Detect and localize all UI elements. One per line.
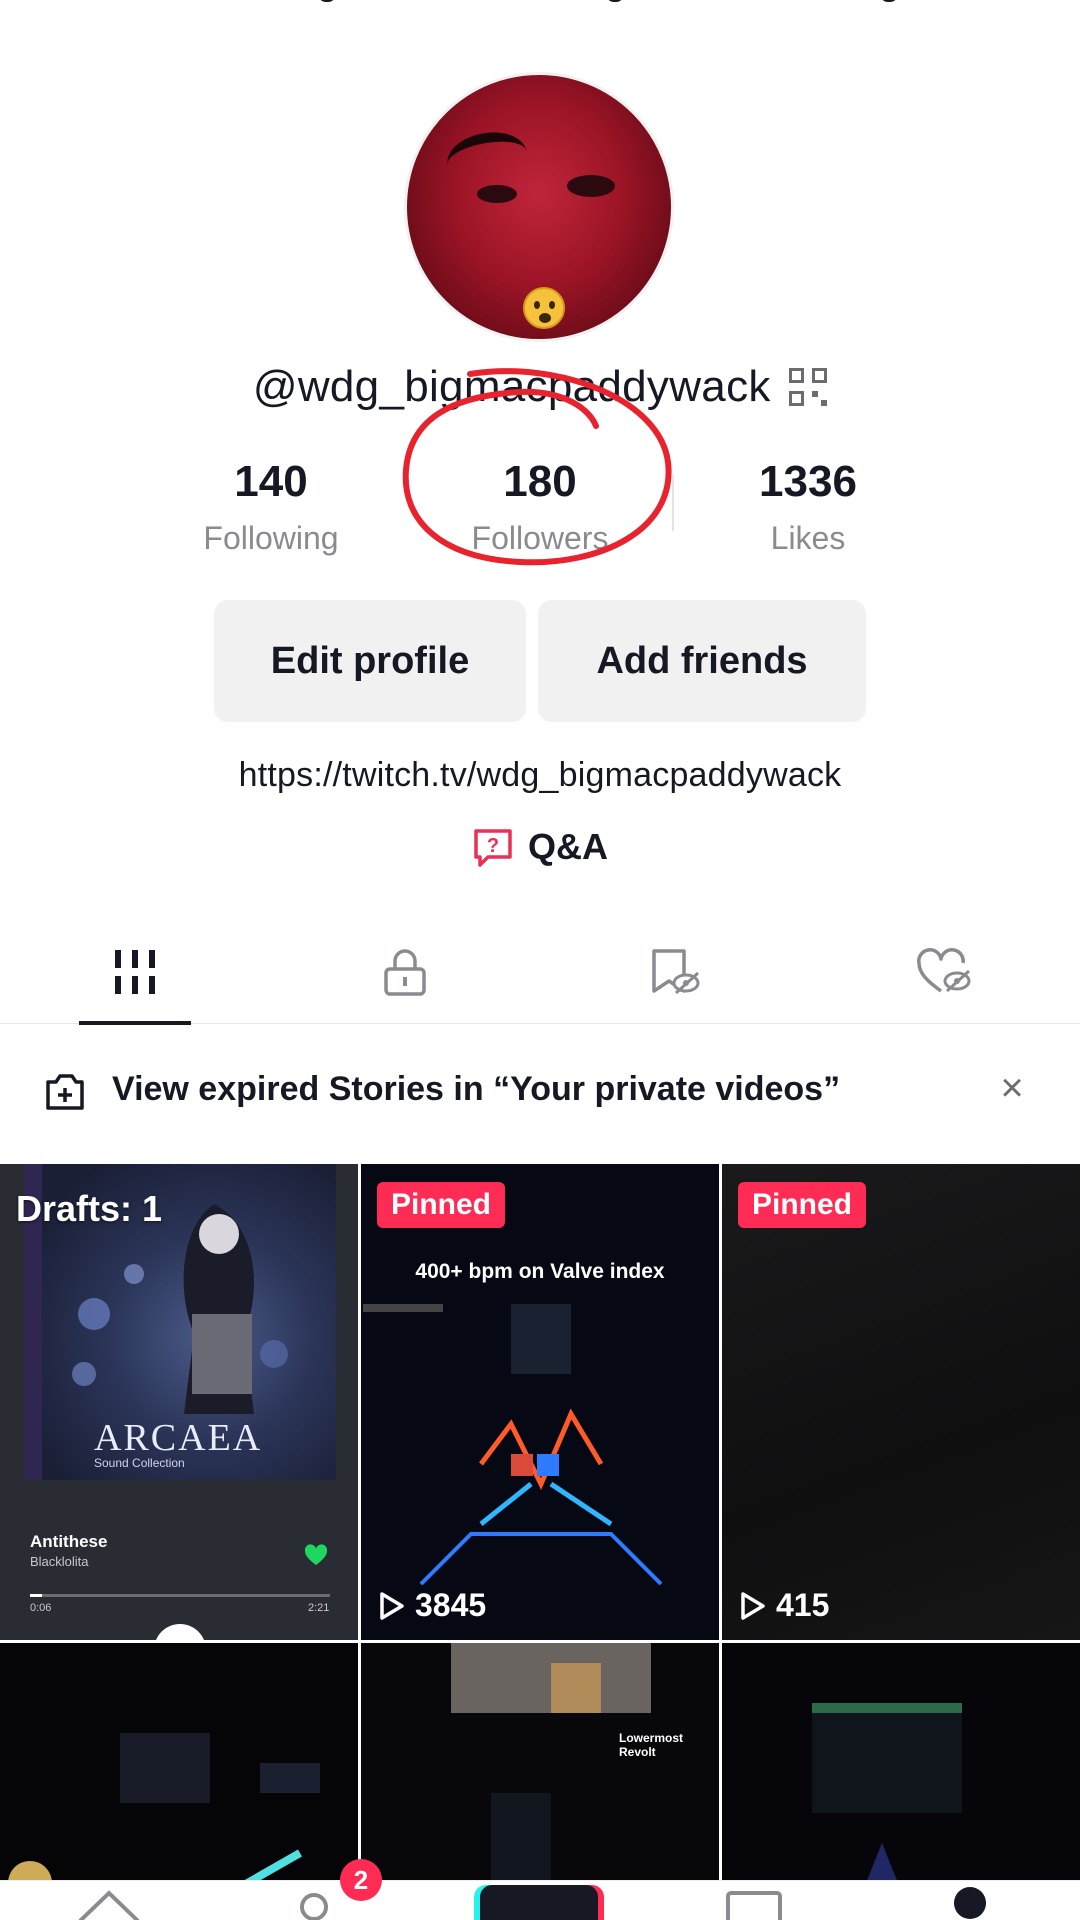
video-tile[interactable] — [722, 1643, 1080, 1920]
expired-stories-banner[interactable]: View expired Stories in “Your private vi… — [0, 1052, 1080, 1132]
lock-icon — [384, 949, 426, 996]
tab-private[interactable] — [270, 920, 540, 1024]
video-thumbnail — [812, 1703, 962, 1893]
add-friends-button[interactable]: Add friends — [538, 600, 866, 722]
liked-hidden-icon — [917, 948, 971, 993]
qa-link[interactable]: ? Q&A — [0, 826, 1080, 868]
video-grid: ARCAEA Sound Collection Drafts: 1 Antith… — [0, 1164, 1080, 1920]
video-tile-pinned-1[interactable]: Pinned 400+ bpm on Valve index 3845 — [361, 1164, 719, 1640]
bottom-nav: 2 — [0, 1859, 1080, 1920]
heart-icon — [304, 1544, 328, 1565]
pinned-badge: Pinned — [738, 1182, 867, 1228]
tab-videos[interactable] — [0, 920, 270, 1025]
video-tile-pinned-2[interactable]: Pinned 415 — [722, 1164, 1080, 1640]
question-icon: ? — [474, 829, 512, 867]
followers-stat[interactable]: 180 Followers — [420, 455, 660, 563]
profile-tabs — [0, 920, 1080, 1025]
flushed-emoji-icon — [523, 287, 565, 329]
view-count-value: 3845 — [415, 1587, 487, 1623]
play-icon — [741, 1591, 765, 1620]
song-progress — [30, 1594, 330, 1597]
album-title: ARCAEA — [94, 1417, 263, 1459]
drafts-tile[interactable]: ARCAEA Sound Collection Drafts: 1 Antith… — [0, 1164, 358, 1640]
view-count-value: 415 — [776, 1587, 830, 1623]
video-tile[interactable] — [0, 1643, 358, 1920]
drafts-label: Drafts: 1 — [16, 1188, 163, 1229]
inbox-icon[interactable] — [724, 1887, 784, 1920]
video-caption: Lowermost Revolt — [619, 1731, 684, 1759]
following-stat[interactable]: 140 Following — [151, 455, 391, 563]
video-thumbnail — [451, 1643, 651, 1903]
view-count: 415 — [740, 1587, 829, 1624]
edit-profile-button[interactable]: Edit profile — [214, 600, 526, 722]
avatar[interactable] — [404, 72, 674, 342]
active-tab-indicator — [79, 1021, 191, 1025]
tab-liked[interactable] — [810, 920, 1080, 1024]
album-subtitle: Sound Collection — [94, 1456, 185, 1470]
likes-label: Likes — [770, 520, 846, 556]
banner-text: View expired Stories in “Your private vi… — [112, 1070, 841, 1108]
play-pause-icon — [156, 1624, 204, 1640]
friends-icon[interactable] — [292, 1887, 342, 1920]
song-title: Antithese — [30, 1532, 108, 1551]
home-icon[interactable] — [74, 1887, 144, 1920]
create-button[interactable] — [480, 1885, 598, 1920]
qr-code-icon[interactable] — [789, 368, 828, 406]
profile-icon[interactable] — [954, 1887, 986, 1919]
video-tile[interactable]: Lowermost Revolt — [361, 1643, 719, 1920]
video-thumbnail — [8, 1733, 320, 1905]
bio-link[interactable]: https://twitch.tv/wdg_bigmacpaddywack — [0, 756, 1080, 795]
play-icon — [380, 1591, 404, 1620]
likes-count: 1336 — [759, 457, 857, 506]
tab-favorites[interactable] — [540, 920, 810, 1024]
following-label: Following — [203, 520, 339, 556]
favorites-hidden-icon — [652, 949, 700, 995]
time-elapsed: 0:06 — [30, 1602, 52, 1614]
profile-stats: 140 Following 180 Followers 1336 Likes — [0, 455, 1080, 565]
close-icon[interactable]: × — [990, 1066, 1034, 1110]
videos-grid-icon — [115, 950, 155, 994]
status-bar-fragment — [0, 0, 1080, 8]
svg-text:?: ? — [487, 835, 499, 857]
view-count: 3845 — [379, 1587, 486, 1624]
followers-count: 180 — [503, 457, 577, 506]
followers-label: Followers — [471, 520, 609, 556]
stories-camera-icon — [46, 1074, 84, 1110]
time-total: 2:21 — [308, 1602, 330, 1614]
following-count: 140 — [234, 457, 308, 506]
video-caption: 400+ bpm on Valve index — [415, 1260, 665, 1283]
stats-divider — [672, 475, 674, 531]
song-artist: Blacklolita — [30, 1554, 89, 1569]
pinned-badge: Pinned — [377, 1182, 506, 1228]
likes-stat[interactable]: 1336 Likes — [688, 455, 928, 563]
qa-label: Q&A — [528, 826, 608, 867]
handle-row: @wdg_bigmacpaddywack — [0, 362, 1080, 412]
username-handle: @wdg_bigmacpaddywack — [252, 362, 771, 411]
inbox-badge: 2 — [340, 1859, 382, 1901]
